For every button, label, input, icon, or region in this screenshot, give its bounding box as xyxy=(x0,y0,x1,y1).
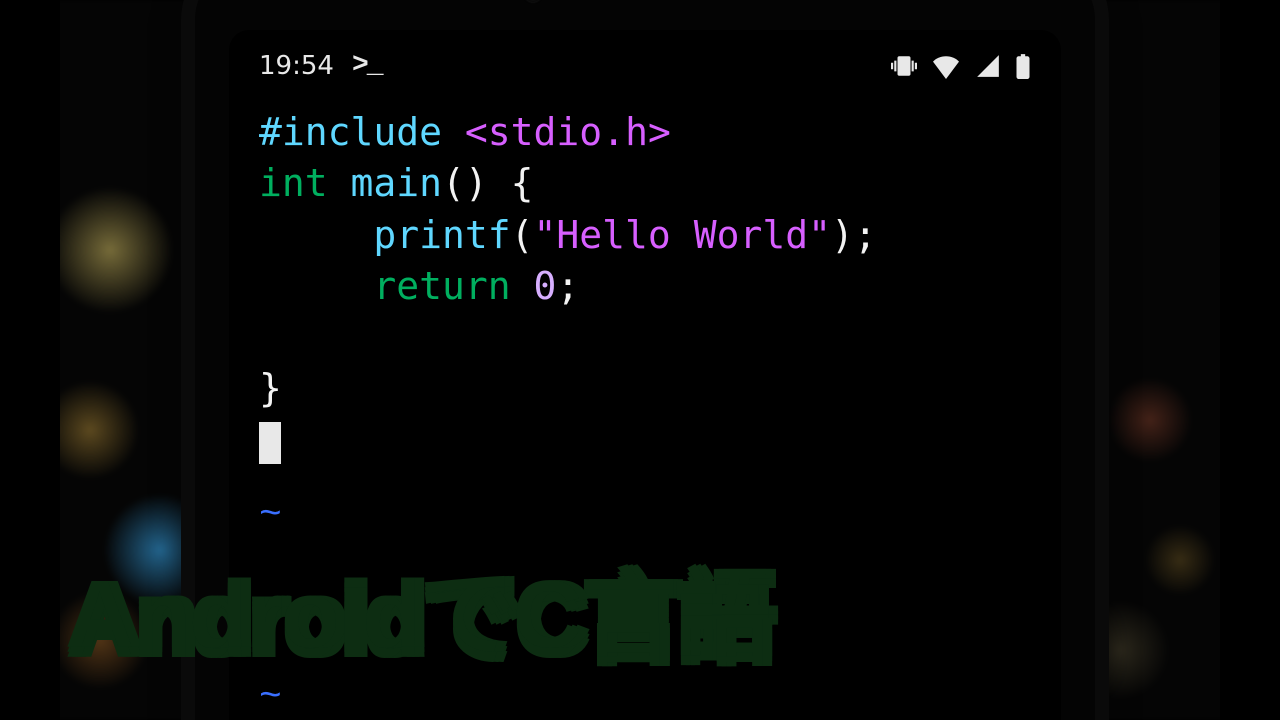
status-right xyxy=(891,53,1031,79)
title-text: AndroidでC言語 xyxy=(70,566,773,673)
status-left: 19:54 >_ xyxy=(259,50,382,81)
status-time: 19:54 xyxy=(259,51,334,81)
code-punc: ); xyxy=(831,213,877,257)
code-kw-return: return xyxy=(373,264,510,308)
phone-camera xyxy=(525,0,541,2)
code-punc: ; xyxy=(556,264,579,308)
signal-icon xyxy=(975,53,1001,79)
code-editor[interactable]: #include <stdio.h> int main() { printf("… xyxy=(229,89,1061,466)
vibrate-icon xyxy=(891,53,917,79)
letterbox-right xyxy=(1220,0,1280,720)
code-kw-int: int xyxy=(259,161,328,205)
status-bar: 19:54 >_ xyxy=(229,30,1061,89)
title-overlay: AndroidでC言語 xyxy=(70,541,773,680)
code-punc: () { xyxy=(442,161,534,205)
terminal-icon: >_ xyxy=(352,50,382,81)
stage: 19:54 >_ #include <stdio.h> int main() {… xyxy=(0,0,1280,720)
editor-cursor xyxy=(259,422,281,464)
code-fn-main: main xyxy=(351,161,443,205)
code-punc: ( xyxy=(511,213,534,257)
code-brace-close: } xyxy=(259,366,282,410)
letterbox-left xyxy=(0,0,60,720)
code-string: "Hello World" xyxy=(534,213,831,257)
code-header: <stdio.h> xyxy=(465,110,671,154)
code-number: 0 xyxy=(534,264,557,308)
wifi-icon xyxy=(931,53,961,79)
code-preproc: #include xyxy=(259,110,442,154)
battery-icon xyxy=(1015,53,1031,79)
code-fn-printf: printf xyxy=(373,213,510,257)
